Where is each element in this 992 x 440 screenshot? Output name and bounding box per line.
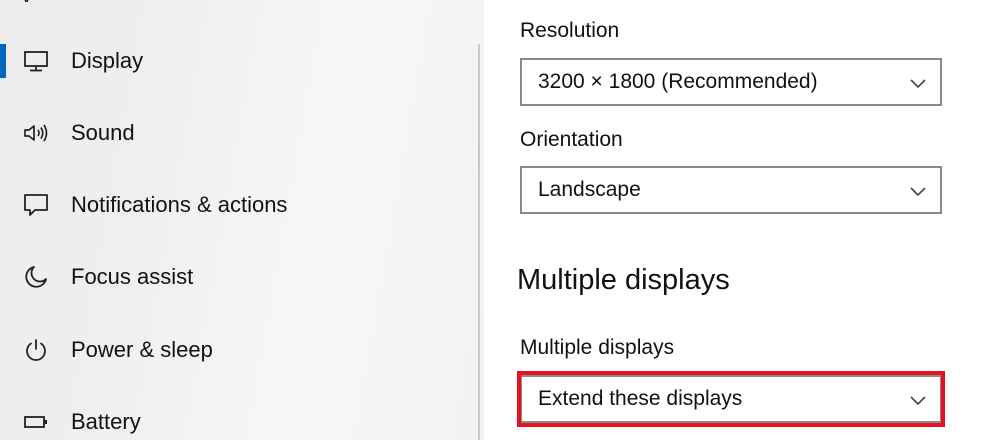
sidebar-item-notifications[interactable]: Notifications & actions — [0, 180, 470, 230]
sidebar-item-label: Notifications & actions — [71, 192, 288, 217]
chevron-down-icon — [910, 396, 926, 406]
monitor-icon — [22, 47, 50, 75]
sidebar-item-focus-assist[interactable]: Focus assist — [0, 252, 470, 302]
sidebar-item-battery[interactable]: Battery — [0, 397, 470, 440]
settings-sidebar: ɣ Display Sound — [0, 0, 484, 440]
sidebar-item-display[interactable]: Display — [0, 36, 470, 86]
sidebar-item-label: Battery — [71, 409, 141, 434]
speaker-icon — [22, 119, 50, 147]
power-icon — [22, 336, 50, 364]
sidebar-item-label: Focus assist — [71, 264, 194, 289]
sidebar-item-power-sleep[interactable]: Power & sleep — [0, 325, 470, 375]
section-title: Multiple displays — [517, 264, 730, 296]
orientation-value: Landscape — [538, 178, 641, 201]
sidebar-item-sound[interactable]: Sound — [0, 108, 470, 158]
selection-indicator — [0, 44, 6, 78]
multiple-displays-dropdown[interactable]: Extend these displays — [520, 375, 942, 423]
display-settings-content: Resolution 3200 × 1800 (Recommended) Ori… — [484, 0, 992, 440]
chevron-down-icon — [910, 187, 926, 197]
battery-icon — [22, 408, 50, 436]
orientation-dropdown[interactable]: Landscape — [520, 166, 942, 214]
resolution-value: 3200 × 1800 (Recommended) — [538, 70, 818, 93]
resolution-dropdown[interactable]: 3200 × 1800 (Recommended) — [520, 58, 942, 106]
multiple-displays-value: Extend these displays — [538, 387, 743, 410]
sidebar-item-label: Display — [71, 48, 144, 73]
pane-divider — [478, 44, 480, 440]
moon-icon — [22, 263, 50, 291]
multiple-displays-label: Multiple displays — [520, 336, 675, 359]
sidebar-item-label: Sound — [71, 120, 135, 145]
partial-glyph: ɣ — [22, 0, 44, 2]
sidebar-item-label: Power & sleep — [71, 337, 213, 362]
resolution-label: Resolution — [520, 19, 620, 42]
orientation-label: Orientation — [520, 128, 623, 151]
message-icon — [22, 191, 50, 219]
chevron-down-icon — [910, 79, 926, 89]
